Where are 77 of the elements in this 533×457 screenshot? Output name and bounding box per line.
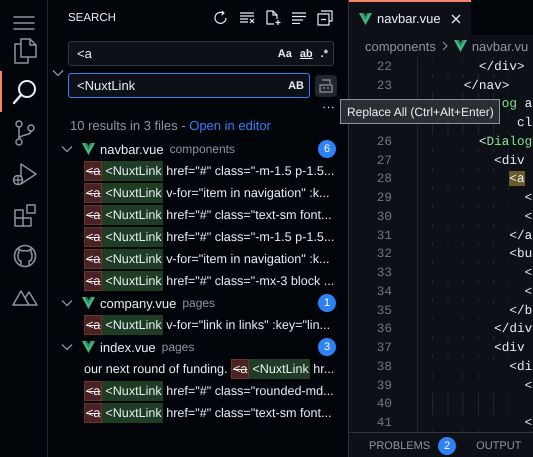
vue-icon	[82, 341, 95, 353]
line-number: 30	[376, 208, 392, 224]
panel-title: SEARCH	[68, 12, 117, 24]
line-number: 23	[376, 78, 392, 93]
open-in-editor-link[interactable]: Open in editor	[189, 118, 271, 133]
clear-results-icon[interactable]	[239, 11, 255, 25]
lines-icon[interactable]	[291, 12, 307, 24]
replace-field[interactable]: <NuxtLink AB	[68, 73, 310, 98]
search-icon[interactable]	[12, 78, 38, 104]
vue-icon	[454, 40, 467, 52]
refresh-icon[interactable]	[213, 10, 229, 26]
file-name[interactable]: navbar.vue	[100, 142, 164, 156]
line-number: 22	[376, 58, 392, 74]
vue-icon	[82, 143, 95, 155]
line-number: 27	[376, 152, 392, 168]
file-name[interactable]: index.vue	[100, 340, 156, 354]
folder-name: components	[170, 142, 235, 156]
search-result[interactable]: <a <NuxtLink v-for="link in links" :key="lin...	[48, 314, 348, 336]
count-badge: 1	[318, 294, 336, 312]
extensions-icon[interactable]	[12, 202, 36, 226]
file-name[interactable]: company.vue	[100, 296, 176, 310]
count-badge: 6	[318, 140, 336, 158]
match-case-toggle[interactable]: Aa	[278, 48, 292, 60]
line-number: 36	[376, 321, 392, 336]
chevron-down-icon[interactable]	[60, 299, 74, 307]
search-result[interactable]: <a <NuxtLink href="#" class="text-sm font...	[48, 204, 348, 226]
search-result[interactable]: <a <NuxtLink href="#" class="rounded-md...	[48, 380, 348, 402]
panel-tab[interactable]: OUTPUT	[476, 440, 522, 452]
line-number: 37	[376, 340, 392, 356]
vue-icon	[359, 12, 372, 24]
line-number: 29	[376, 190, 392, 206]
replace-all-button[interactable]	[315, 74, 337, 96]
chevron-down-icon[interactable]	[60, 343, 74, 351]
line-number: 26	[376, 134, 392, 149]
line-number: 38	[376, 358, 392, 374]
run-debug-icon[interactable]	[12, 160, 38, 186]
breadcrumb[interactable]: components	[365, 38, 436, 54]
editor-tab[interactable]: navbar.vue	[349, 0, 471, 35]
count-badge: 3	[318, 338, 336, 356]
line-number: 39	[376, 378, 392, 393]
search-result[interactable]: <a <NuxtLink v-for="item in navigation" :k...	[48, 248, 348, 270]
collapse-icon[interactable]	[317, 10, 333, 26]
line-number: 31	[376, 228, 392, 243]
search-result[interactable]: <a <NuxtLink href="#" class="-m-1.5 p-1.5...	[48, 160, 348, 182]
line-number: 40	[376, 396, 392, 412]
close-icon[interactable]	[450, 14, 461, 24]
panel-tab[interactable]: PROBLEMS	[369, 440, 430, 452]
search-result[interactable]: our next round of funding. <a <NuxtLink hr...	[48, 358, 348, 380]
regex-toggle[interactable]: .*	[320, 48, 328, 60]
chevron-right-icon	[442, 41, 448, 51]
search-result[interactable]: <a <NuxtLink v-for="item in navigation" :k...	[48, 182, 348, 204]
search-result[interactable]: <a <NuxtLink href="#" class="-m-1.5 p-1.5...	[48, 226, 348, 248]
branch-icon[interactable]	[14, 120, 36, 146]
line-number: 35	[376, 302, 392, 318]
search-field[interactable]: <a Aa ab .*	[68, 41, 334, 66]
line-number: 28	[376, 171, 392, 186]
count-badge: 2	[438, 436, 456, 454]
line-number: 32	[376, 246, 392, 262]
line-number: 41	[376, 415, 392, 430]
chevron-down-icon[interactable]	[60, 145, 74, 153]
tooltip: Replace All (Ctrl+Alt+Enter)	[340, 99, 500, 124]
preserve-case-toggle[interactable]: AB	[288, 80, 304, 92]
line-number: 33	[376, 265, 392, 280]
folder-name: pages	[162, 340, 194, 354]
files-icon[interactable]	[12, 38, 36, 64]
search-result[interactable]: <a <NuxtLink href="#" class="text-sm font...	[48, 402, 348, 424]
new-file-icon[interactable]	[265, 10, 281, 26]
cat-icon[interactable]	[12, 244, 36, 268]
more-options-button[interactable]: ···	[322, 100, 335, 114]
results-summary: 10 results in 3 files -	[70, 118, 187, 133]
breadcrumb[interactable]: navbar.vu	[472, 38, 528, 54]
vue-icon	[82, 297, 95, 309]
search-result[interactable]: <a <NuxtLink href="#" class="-mx-3 block ...	[48, 270, 348, 292]
folder-name: pages	[182, 296, 216, 310]
line-number: 34	[376, 284, 392, 299]
whole-word-toggle[interactable]: ab	[300, 48, 313, 60]
menu-icon[interactable]	[12, 16, 34, 30]
